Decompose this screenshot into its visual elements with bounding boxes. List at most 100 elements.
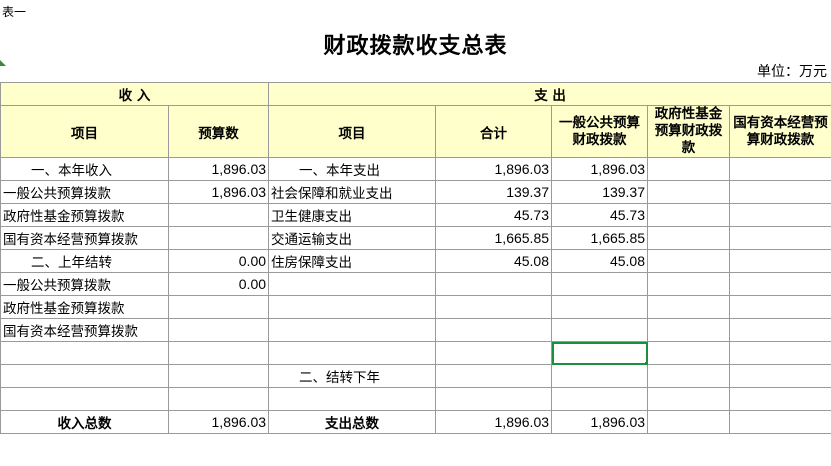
expense-soe-cell[interactable]	[729, 341, 831, 365]
expense-soe-cell[interactable]	[729, 180, 831, 204]
income-item-cell[interactable]: 国有资本经营预算拨款	[0, 226, 169, 250]
expense-soe-cell[interactable]	[729, 387, 831, 411]
item-header[interactable]: 项目	[0, 105, 169, 158]
expense-item-cell[interactable]: 住房保障支出	[268, 249, 437, 273]
expense-soe-cell[interactable]	[729, 226, 831, 250]
expense-item-cell[interactable]	[268, 318, 437, 342]
expense-total-cell[interactable]	[435, 387, 553, 411]
expense-total-cell[interactable]	[435, 318, 553, 342]
expense-item-header[interactable]: 项目	[268, 105, 437, 158]
expense-item-cell[interactable]: 社会保障和就业支出	[268, 180, 437, 204]
expense-soe-cell[interactable]	[729, 249, 831, 273]
expense-item-cell[interactable]	[268, 272, 437, 296]
income-value-cell[interactable]	[167, 341, 270, 365]
expense-general-cell[interactable]	[551, 387, 649, 411]
expense-general-cell[interactable]: 1,896.03	[551, 157, 649, 181]
income-item-cell[interactable]: 一般公共预算拨款	[0, 272, 169, 296]
expense-total-cell[interactable]	[435, 295, 553, 319]
income-value-cell[interactable]	[167, 203, 270, 227]
expense-fund-cell[interactable]	[647, 180, 731, 204]
expense-fund-cell[interactable]	[647, 249, 731, 273]
header-row-2: 项目 预算数 项目 合计 一般公共预算财政拨款 政府性基金预算财政拨款 国有资本…	[0, 105, 831, 158]
income-item-cell[interactable]: 一般公共预算拨款	[0, 180, 169, 204]
income-item-cell[interactable]	[0, 387, 169, 411]
expense-total-cell[interactable]	[435, 341, 553, 365]
expense-total-cell[interactable]: 1,665.85	[435, 226, 553, 250]
expense-fund-cell[interactable]	[647, 364, 731, 388]
unit-label: 单位：万元	[757, 64, 827, 80]
expense-soe-cell[interactable]	[729, 295, 831, 319]
expense-fund-cell[interactable]	[647, 226, 731, 250]
expense-header[interactable]: 支 出	[268, 82, 831, 106]
expense-fund-cell[interactable]	[647, 387, 731, 411]
expense-general-cell[interactable]: 45.73	[551, 203, 649, 227]
expense-total-cell[interactable]: 139.37	[435, 180, 553, 204]
expense-item-cell[interactable]: 交通运输支出	[268, 226, 437, 250]
expense-general-cell[interactable]	[551, 272, 649, 296]
expense-fund-cell[interactable]	[647, 341, 731, 365]
soe-budget-header[interactable]: 国有资本经营预算财政拨款	[729, 105, 831, 158]
total-header[interactable]: 合计	[435, 105, 553, 158]
budget-header[interactable]: 预算数	[167, 105, 270, 158]
expense-general-cell[interactable]: 1,665.85	[551, 226, 649, 250]
income-item-cell[interactable]: 政府性基金预算拨款	[0, 295, 169, 319]
income-item-cell[interactable]: 二、上年结转	[0, 249, 169, 273]
totals-row: 收入总数 1,896.03 支出总数 1,896.03 1,896.03	[0, 410, 831, 434]
expense-item-cell[interactable]: 一、本年支出	[268, 157, 437, 181]
income-value-cell[interactable]	[167, 295, 270, 319]
expense-total-cell[interactable]	[435, 364, 553, 388]
expense-soe-cell[interactable]	[729, 203, 831, 227]
income-value-cell[interactable]: 1,896.03	[167, 157, 270, 181]
expense-fund-cell[interactable]	[647, 295, 731, 319]
expense-general-cell[interactable]	[551, 318, 649, 342]
expense-item-cell[interactable]: 卫生健康支出	[268, 203, 437, 227]
expense-total-cell[interactable]: 1,896.03	[435, 157, 553, 181]
income-item-cell[interactable]	[0, 364, 169, 388]
expense-total-value[interactable]: 1,896.03	[435, 410, 553, 434]
income-item-cell[interactable]: 一、本年收入	[0, 157, 169, 181]
income-item-cell[interactable]: 政府性基金预算拨款	[0, 203, 169, 227]
table-row: 国有资本经营预算拨款	[0, 318, 831, 342]
income-value-cell[interactable]	[167, 226, 270, 250]
income-item-cell[interactable]	[0, 341, 169, 365]
expense-general-cell[interactable]	[551, 295, 649, 319]
expense-total-cell[interactable]: 45.73	[435, 203, 553, 227]
income-value-cell[interactable]	[167, 387, 270, 411]
expense-general-cell[interactable]: 139.37	[551, 180, 649, 204]
expense-fund-cell[interactable]	[647, 157, 731, 181]
income-value-cell[interactable]: 1,896.03	[167, 180, 270, 204]
income-item-cell[interactable]: 国有资本经营预算拨款	[0, 318, 169, 342]
income-value-cell[interactable]	[167, 318, 270, 342]
expense-item-cell[interactable]	[268, 387, 437, 411]
expense-soe-cell[interactable]	[729, 157, 831, 181]
income-value-cell[interactable]	[167, 364, 270, 388]
expense-fund-cell[interactable]	[647, 318, 731, 342]
expense-total-cell[interactable]: 45.08	[435, 249, 553, 273]
expense-item-cell[interactable]	[268, 295, 437, 319]
expense-general-cell[interactable]	[551, 341, 649, 365]
income-value-cell[interactable]: 0.00	[167, 249, 270, 273]
fund-budget-header[interactable]: 政府性基金预算财政拨款	[647, 105, 731, 158]
expense-item-cell[interactable]	[268, 341, 437, 365]
income-value-cell[interactable]: 0.00	[167, 272, 270, 296]
income-total-value[interactable]: 1,896.03	[167, 410, 270, 434]
expense-fund-total[interactable]	[647, 410, 731, 434]
table-row: 二、结转下年	[0, 364, 831, 388]
expense-fund-cell[interactable]	[647, 203, 731, 227]
expense-fund-cell[interactable]	[647, 272, 731, 296]
expense-general-cell[interactable]	[551, 364, 649, 388]
page-title: 财政拨款收支总表	[323, 33, 508, 59]
error-indicator-icon	[0, 60, 6, 66]
expense-item-cell[interactable]: 二、结转下年	[268, 364, 437, 388]
expense-soe-cell[interactable]	[729, 364, 831, 388]
expense-total-cell[interactable]	[435, 272, 553, 296]
expense-soe-cell[interactable]	[729, 272, 831, 296]
expense-general-total[interactable]: 1,896.03	[551, 410, 649, 434]
expense-soe-total[interactable]	[729, 410, 831, 434]
expense-general-cell[interactable]: 45.08	[551, 249, 649, 273]
expense-total-label[interactable]: 支出总数	[268, 410, 437, 434]
income-total-label[interactable]: 收入总数	[0, 410, 169, 434]
general-budget-header[interactable]: 一般公共预算财政拨款	[551, 105, 649, 158]
income-header[interactable]: 收 入	[0, 82, 270, 106]
expense-soe-cell[interactable]	[729, 318, 831, 342]
